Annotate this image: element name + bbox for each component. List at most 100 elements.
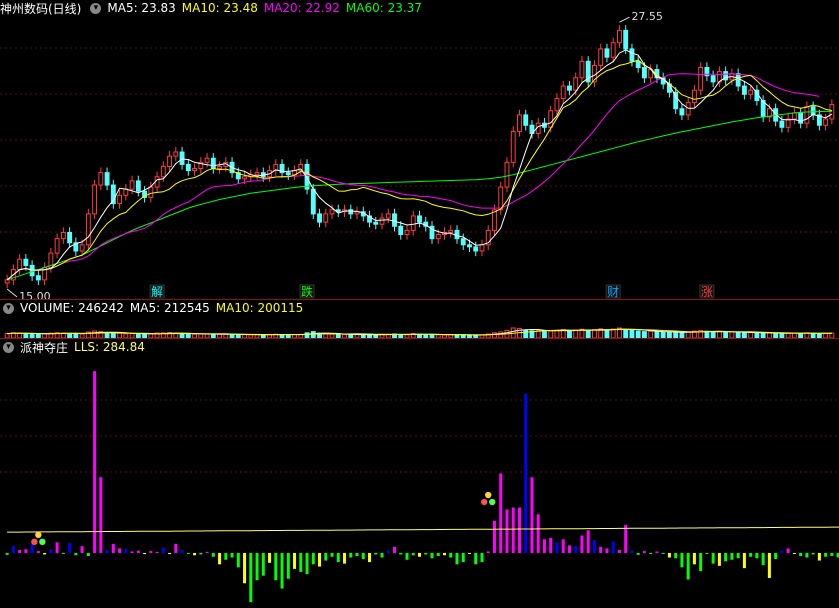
indicator-bar	[286, 552, 290, 579]
candle-body	[554, 97, 560, 112]
indicator-bar	[455, 552, 459, 565]
indicator-bar	[105, 549, 109, 553]
indicator-bar	[542, 539, 546, 553]
indicator-bar	[436, 552, 440, 556]
indicator-bar	[617, 549, 621, 553]
indicator-bar	[124, 549, 128, 553]
indicator-bar	[55, 542, 59, 553]
ma60-line	[6, 110, 832, 281]
candle-body	[623, 29, 629, 50]
indicator-bar	[205, 551, 209, 553]
indicator-bar	[199, 552, 203, 555]
chevron-down-icon[interactable]: ▾	[90, 2, 102, 14]
signal-dot	[481, 498, 488, 506]
indicator-series	[5, 371, 839, 603]
indicator-bar	[517, 507, 521, 553]
indicator-bar	[168, 552, 172, 555]
indicator-bar	[61, 552, 65, 554]
indicator-bar	[393, 546, 397, 553]
indicator-bar	[730, 552, 734, 560]
candle-body	[498, 186, 504, 211]
candle-body	[417, 215, 422, 223]
candle-body	[604, 48, 610, 58]
candle-body	[323, 213, 329, 223]
volume-bar	[585, 329, 591, 339]
indicator-bar	[193, 552, 197, 556]
indicator-bar	[374, 552, 378, 555]
indicator-bar	[299, 552, 303, 572]
indicator-bar	[655, 551, 659, 553]
candle-body	[748, 89, 754, 95]
indicator-bar	[249, 552, 253, 603]
lls-label: LLS: 284.84	[74, 340, 145, 354]
chevron-down-icon[interactable]: ▾	[3, 302, 14, 314]
indicator-bar	[355, 552, 359, 556]
candle-body	[192, 168, 198, 172]
indicator-bar	[11, 546, 15, 553]
indicator-bar	[111, 543, 115, 553]
signal-dot	[39, 538, 46, 546]
candle-body	[173, 151, 179, 157]
candle-body	[617, 29, 622, 44]
volume-bar	[548, 330, 554, 339]
candle-body	[60, 231, 66, 240]
candle-body	[117, 194, 123, 205]
candle-body	[104, 172, 110, 186]
candle-body	[473, 246, 479, 252]
candle-body	[167, 155, 173, 167]
indicator-bar	[755, 552, 759, 559]
indicator-bar	[799, 552, 803, 556]
indicator-bar	[174, 543, 178, 553]
candle-body	[304, 163, 310, 190]
indicator-bar	[180, 549, 184, 553]
event-marker-label: 跌	[301, 284, 313, 299]
volume-bar	[523, 329, 529, 339]
ma60-label: MA60: 23.37	[345, 1, 422, 15]
indicator-bar	[318, 552, 322, 567]
indicator-name: 派神夺庄	[20, 340, 69, 355]
chevron-down-icon[interactable]: ▾	[3, 341, 14, 353]
indicator-bar	[599, 546, 603, 553]
candle-body	[285, 172, 291, 176]
candle-body	[54, 238, 60, 254]
signal-dot	[489, 498, 496, 506]
ma5-label: MA5: 23.83	[107, 1, 176, 15]
moving-average-lines	[6, 49, 833, 281]
indicator-bar	[30, 544, 34, 553]
indicator-bar	[18, 549, 22, 553]
candle-body	[548, 110, 554, 128]
candle-body	[435, 234, 441, 240]
candle-body	[710, 75, 716, 83]
indicator-bar	[567, 545, 571, 553]
candle-body	[823, 118, 829, 126]
candle-body	[17, 258, 23, 271]
candle-body	[317, 213, 322, 223]
candle-body	[504, 161, 510, 188]
indicator-bar	[480, 552, 484, 563]
indicator-bar	[536, 514, 540, 553]
indicator-bar	[130, 551, 134, 553]
ma5-line	[6, 49, 833, 281]
volume-bar	[92, 330, 98, 339]
stock-name[interactable]: 神州数码(日线)	[0, 0, 81, 17]
indicator-bar	[74, 552, 78, 556]
candle-body	[385, 213, 391, 219]
price-legend: 神州数码(日线) ▾ MA5: 23.83 MA10: 23.48 MA20: …	[0, 0, 428, 16]
candle-body	[23, 258, 29, 266]
volume-label: VOLUME: 246242	[20, 301, 124, 315]
indicator-bar	[43, 552, 47, 555]
volume-bar	[629, 329, 635, 339]
candle-body	[635, 60, 641, 68]
indicator-bar	[692, 552, 696, 565]
indicator-bar	[817, 552, 821, 561]
candle-body	[641, 66, 647, 79]
candle-body	[629, 48, 635, 62]
indicator-bar	[767, 552, 771, 578]
indicator-bar	[411, 552, 415, 556]
indicator-bar	[555, 542, 559, 553]
indicator-bar	[280, 552, 284, 589]
indicator-bar	[636, 552, 640, 555]
low-pointer	[6, 288, 18, 298]
indicator-bar	[699, 552, 703, 572]
indicator-bar	[86, 552, 90, 556]
